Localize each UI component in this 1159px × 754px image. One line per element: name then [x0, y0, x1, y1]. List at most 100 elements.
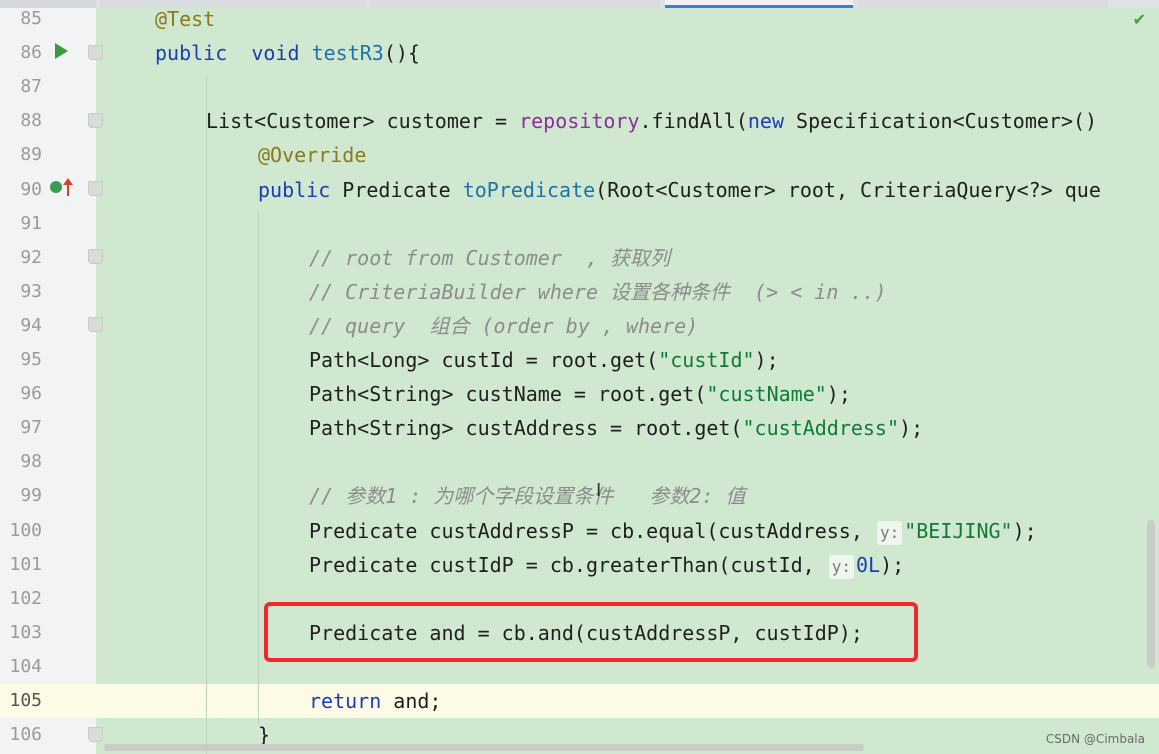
code-line[interactable]: 92 // root from Customer , 获取列: [0, 241, 1159, 275]
code-line[interactable]: 96 Path<String> custName = root.get("cust…: [0, 377, 1159, 411]
code-text[interactable]: Path<Long> custId = root.get("custId");: [309, 348, 779, 372]
line-number: 88: [20, 110, 42, 132]
editor-tab-bar: [0, 0, 1159, 8]
line-number: 100: [9, 519, 42, 541]
editor-tab[interactable]: [100, 0, 365, 8]
line-number: 106: [9, 724, 42, 746]
fold-marker[interactable]: [88, 45, 103, 60]
line-number: 91: [20, 212, 42, 234]
code-token: // query 组合 (order by , where): [309, 313, 699, 338]
indent-guide: [258, 212, 259, 724]
code-token: .findAll(: [639, 109, 748, 134]
code-token: toPredicate: [462, 177, 596, 202]
line-number: 105: [9, 690, 42, 711]
code-token: (){: [383, 41, 420, 66]
code-line[interactable]: 86 public void testR3(){: [0, 36, 1159, 70]
line-number: 97: [20, 417, 42, 439]
code-token: Path<String> custName = root.get(: [309, 382, 707, 407]
line-number: 104: [9, 655, 42, 677]
vertical-scrollbar[interactable]: [1147, 520, 1155, 668]
code-token: testR3: [311, 41, 384, 66]
code-text[interactable]: // query 组合 (order by , where): [309, 314, 698, 338]
fold-marker[interactable]: [88, 249, 103, 264]
code-line[interactable]: 97 Path<String> custAddress = root.get("c…: [0, 411, 1159, 445]
horizontal-scrollbar[interactable]: [104, 744, 864, 751]
editor-tab[interactable]: [370, 0, 660, 8]
code-line[interactable]: 98: [0, 445, 1159, 479]
code-line[interactable]: 100 Predicate custAddressP = cb.equal(cus…: [0, 514, 1159, 548]
code-token: );: [754, 348, 779, 372]
code-token: Predicate custIdP = cb.greaterThan(custI…: [309, 552, 827, 577]
run-gutter-icon[interactable]: [55, 43, 68, 59]
code-token: new: [747, 109, 784, 134]
code-token: );: [899, 416, 924, 441]
code-line[interactable]: 89 @Override: [0, 138, 1159, 172]
code-token: public: [155, 41, 228, 66]
line-number: 96: [20, 383, 42, 405]
code-text[interactable]: Predicate custAddressP = cb.equal(custAd…: [309, 519, 1037, 545]
code-text[interactable]: public void testR3(){: [155, 41, 420, 65]
line-number: 92: [20, 246, 42, 268]
fold-marker[interactable]: [88, 317, 103, 332]
code-line[interactable]: 99 // 参数1 : 为哪个字段设置条件 参数2: 值: [0, 479, 1159, 513]
code-text[interactable]: Path<String> custName = root.get("custNa…: [309, 382, 851, 406]
code-token: List<Customer> customer =: [206, 109, 520, 134]
code-line[interactable]: 95 Path<Long> custId = root.get("custId")…: [0, 343, 1159, 377]
code-token: return: [309, 689, 382, 713]
code-line[interactable]: 101 Predicate custIdP = cb.greaterThan(cu…: [0, 548, 1159, 582]
code-token: and;: [381, 689, 442, 713]
line-number: 102: [9, 587, 42, 609]
code-text[interactable]: // 参数1 : 为哪个字段设置条件 参数2: 值: [309, 484, 746, 508]
code-text[interactable]: // CriteriaBuilder where 设置各种条件 (> < in …: [309, 280, 887, 304]
check-icon: ✔: [1132, 10, 1146, 29]
code-token: );: [1012, 518, 1037, 543]
code-line[interactable]: 94 // query 组合 (order by , where): [0, 309, 1159, 343]
indent-guide: [206, 76, 207, 754]
line-number: 101: [9, 553, 42, 575]
code-line[interactable]: 105 return and;: [0, 684, 1159, 718]
line-number: 85: [20, 8, 42, 29]
line-number: 103: [9, 621, 42, 643]
override-arrow-icon[interactable]: [63, 178, 73, 198]
line-number: 94: [20, 314, 42, 336]
code-token: repository: [519, 109, 640, 134]
parameter-hint: y:: [876, 520, 903, 545]
code-line[interactable]: 90 public Predicate toPredicate(Root<Cust…: [0, 173, 1159, 207]
code-token: @Override: [258, 143, 367, 168]
code-line[interactable]: 91: [0, 207, 1159, 241]
code-text[interactable]: @Test: [155, 7, 215, 31]
code-line[interactable]: 88 List<Customer> customer = repository.f…: [0, 104, 1159, 138]
code-text[interactable]: Path<String> custAddress = root.get("cus…: [309, 416, 923, 440]
code-text[interactable]: return and;: [309, 689, 441, 713]
fold-marker[interactable]: [88, 727, 103, 742]
current-line-highlight: [96, 684, 1159, 718]
line-number: 93: [20, 280, 42, 302]
implements-icon[interactable]: [50, 181, 62, 193]
code-editor[interactable]: 85 @Test 86 public void testR3(){87 88 List<C…: [0, 0, 1159, 754]
parameter-hint: y:: [828, 554, 855, 579]
code-token: // CriteriaBuilder where 设置各种条件 (> < in …: [309, 279, 887, 304]
code-token: "BEIJING": [904, 518, 1013, 543]
code-token: Path<Long> custId = root.get(: [309, 348, 659, 372]
code-token: "custName": [706, 382, 827, 407]
code-token: Path<String> custAddress = root.get(: [309, 416, 743, 441]
code-token: "custAddress": [742, 416, 900, 441]
code-token: Specification<Customer>(): [784, 109, 1098, 134]
code-line[interactable]: 93 // CriteriaBuilder where 设置各种条件 (> < i…: [0, 275, 1159, 309]
line-number: 95: [20, 349, 42, 370]
code-text[interactable]: public Predicate toPredicate(Root<Custom…: [258, 178, 1101, 202]
code-token: @Test: [155, 7, 216, 31]
code-text[interactable]: Predicate custIdP = cb.greaterThan(custI…: [309, 553, 904, 579]
fold-marker[interactable]: [88, 181, 103, 196]
code-line[interactable]: 87: [0, 70, 1159, 104]
editor-tab[interactable]: [0, 0, 96, 8]
code-token: );: [826, 382, 851, 407]
editor-tab-active[interactable]: [665, 0, 853, 8]
editor-tab[interactable]: [858, 0, 1108, 8]
code-text[interactable]: @Override: [258, 143, 366, 167]
code-token: (Root<Customer> root, CriteriaQuery<?> q…: [595, 177, 1101, 202]
code-text[interactable]: // root from Customer , 获取列: [309, 246, 670, 270]
code-text[interactable]: List<Customer> customer = repository.fin…: [206, 109, 1097, 133]
fold-marker[interactable]: [88, 113, 103, 128]
